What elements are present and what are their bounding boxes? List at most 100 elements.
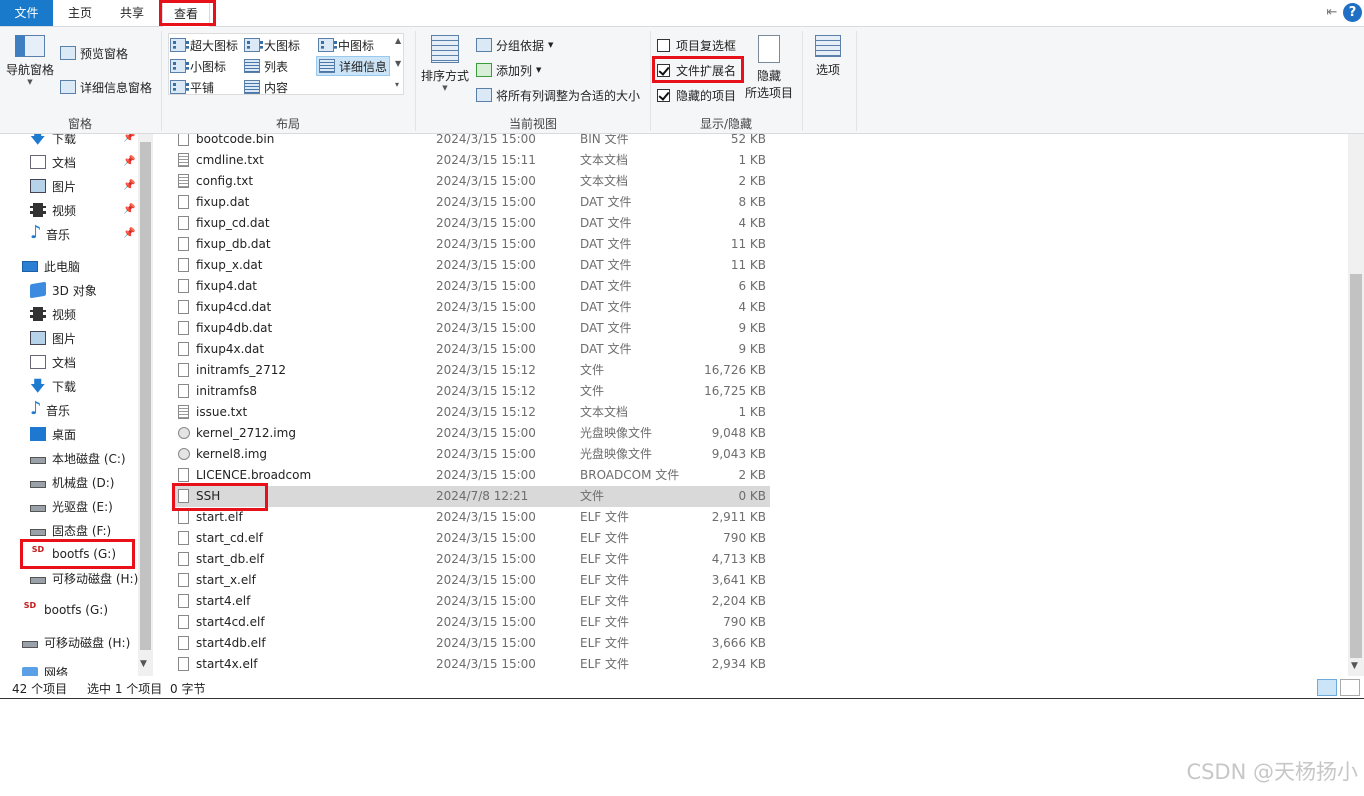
scroll-down-icon[interactable]: ▼ — [1351, 661, 1358, 671]
nav-item[interactable]: SD bootfs (G:) — [30, 543, 116, 565]
hidden-items-checkbox[interactable] — [657, 88, 670, 102]
file-row[interactable]: start.elf 2024/3/15 15:00 ELF 文件 2,911 KB — [172, 507, 770, 528]
large-icons-view-icon[interactable] — [1340, 679, 1360, 696]
pin-icon[interactable]: 📌 — [123, 204, 135, 215]
file-row[interactable]: start4cd.elf 2024/3/15 15:00 ELF 文件 790 KB — [172, 612, 770, 633]
pin-icon[interactable]: 📌 — [123, 134, 135, 143]
layout-extra-large-icons[interactable]: 超大图标 — [170, 35, 238, 55]
file-row[interactable]: start_db.elf 2024/3/15 15:00 ELF 文件 4,713 K… — [172, 549, 770, 570]
hide-selected-button[interactable]: 隐藏 所选项目 — [742, 35, 796, 101]
scroll-down-icon[interactable]: ▼ — [140, 659, 147, 669]
nav-item[interactable]: 可移动磁盘 (H:) — [22, 631, 130, 653]
file-row[interactable]: initramfs8 2024/3/15 15:12 文件 16,725 KB — [172, 381, 770, 402]
nav-item[interactable]: 固态盘 (F:) — [30, 519, 111, 541]
file-row[interactable]: fixup4db.dat 2024/3/15 15:00 DAT 文件 9 KB — [172, 318, 770, 339]
layout-medium-icons[interactable]: 中图标 — [318, 35, 374, 55]
layout-tiles[interactable]: 平铺 — [170, 77, 214, 97]
file-row[interactable]: start4.elf 2024/3/15 15:00 ELF 文件 2,204 KB — [172, 591, 770, 612]
nav-item[interactable]: 本地磁盘 (C:) — [30, 447, 126, 469]
nav-item[interactable]: 视频 — [30, 303, 76, 325]
navigation-pane-button[interactable]: 导航窗格 ▼ — [4, 35, 56, 86]
nav-item[interactable]: 此电脑 — [22, 255, 80, 277]
file-row[interactable]: cmdline.txt 2024/3/15 15:11 文本文档 1 KB — [172, 150, 770, 171]
nav-item[interactable]: 桌面 — [30, 423, 76, 445]
file-icon — [178, 489, 189, 503]
gallery-up-icon[interactable]: ▲ — [395, 36, 401, 45]
nav-item[interactable]: 音乐 — [30, 398, 70, 421]
nav-item[interactable]: 机械盘 (D:) — [30, 471, 114, 493]
file-extensions-toggle[interactable]: 文件扩展名 — [657, 60, 736, 80]
hidden-items-toggle[interactable]: 隐藏的项目 — [657, 85, 736, 105]
layout-details[interactable]: 详细信息 — [316, 56, 391, 76]
file-row[interactable]: fixup_x.dat 2024/3/15 15:00 DAT 文件 11 KB — [172, 255, 770, 276]
pin-icon[interactable]: 📌 — [123, 228, 135, 239]
fit-columns-button[interactable]: 将所有列调整为合适的大小 — [476, 85, 640, 105]
file-row[interactable]: fixup4x.dat 2024/3/15 15:00 DAT 文件 9 KB — [172, 339, 770, 360]
layout-large-icons[interactable]: 大图标 — [244, 35, 300, 55]
tab-share[interactable]: 共享 — [110, 0, 154, 26]
file-row[interactable]: start4db.elf 2024/3/15 15:00 ELF 文件 3,666 K… — [172, 633, 770, 654]
file-list-scrollbar[interactable]: ▼ — [1348, 134, 1364, 676]
nav-item[interactable]: 图片 — [30, 327, 76, 349]
preview-pane-button[interactable]: 预览窗格 — [60, 43, 128, 63]
file-row[interactable]: kernel_2712.img 2024/3/15 15:00 光盘映像文件 9,04… — [172, 423, 770, 444]
file-row[interactable]: config.txt 2024/3/15 15:00 文本文档 2 KB — [172, 171, 770, 192]
layout-content[interactable]: 内容 — [244, 77, 288, 97]
file-row[interactable]: fixup.dat 2024/3/15 15:00 DAT 文件 8 KB — [172, 192, 770, 213]
help-icon[interactable]: ? — [1343, 3, 1362, 22]
file-row[interactable]: fixup4cd.dat 2024/3/15 15:00 DAT 文件 4 KB — [172, 297, 770, 318]
nav-item[interactable]: 音乐 — [30, 222, 70, 245]
nav-item[interactable]: 下载 — [30, 134, 76, 153]
nav-item[interactable]: 网络 — [22, 661, 68, 676]
file-row[interactable]: start_cd.elf 2024/3/15 15:00 ELF 文件 790 KB — [172, 528, 770, 549]
file-row[interactable]: fixup_db.dat 2024/3/15 15:00 DAT 文件 11 KB — [172, 234, 770, 255]
nav-item[interactable]: 可移动磁盘 (H:) — [30, 567, 138, 589]
nav-item-label: 固态盘 (F:) — [52, 523, 112, 538]
item-checkboxes-toggle[interactable]: 项目复选框 — [657, 35, 736, 55]
nav-item[interactable]: 图片 — [30, 175, 76, 197]
add-column-button[interactable]: 添加列 ▼ — [476, 60, 541, 80]
nav-item[interactable]: 3D 对象 — [30, 279, 97, 301]
group-by-button[interactable]: 分组依据 ▼ — [476, 35, 553, 55]
gallery-down-icon[interactable]: ▼ — [395, 59, 401, 68]
file-extensions-checkbox[interactable] — [657, 63, 670, 77]
nav-scrollbar[interactable]: ▼ — [138, 134, 153, 676]
pin-icon[interactable]: 📌 — [123, 156, 135, 167]
nav-item[interactable]: 光驱盘 (E:) — [30, 495, 113, 517]
details-view-icon[interactable] — [1317, 679, 1337, 696]
pin-icon[interactable]: 📌 — [123, 180, 135, 191]
item-checkboxes-checkbox[interactable] — [657, 38, 670, 52]
layout-small-icons[interactable]: 小图标 — [170, 56, 226, 76]
tab-home[interactable]: 主页 — [58, 0, 102, 26]
file-row[interactable]: fixup4.dat 2024/3/15 15:00 DAT 文件 6 KB — [172, 276, 770, 297]
file-row[interactable]: issue.txt 2024/3/15 15:12 文本文档 1 KB — [172, 402, 770, 423]
tab-view[interactable]: 查看 — [162, 0, 210, 27]
group-by-label: 分组依据 — [496, 38, 545, 53]
nav-item[interactable]: 文档 — [30, 351, 76, 373]
options-button[interactable]: 选项 — [806, 35, 850, 78]
file-row[interactable]: SSH 2024/7/8 12:21 文件 0 KB — [172, 486, 770, 507]
sort-by-button[interactable]: 排序方式 ▼ — [418, 35, 472, 92]
nav-item[interactable]: 下载 — [30, 375, 76, 401]
file-row[interactable]: start_x.elf 2024/3/15 15:00 ELF 文件 3,641 KB — [172, 570, 770, 591]
nav-scroll-thumb[interactable] — [140, 142, 151, 650]
file-list-scroll-thumb[interactable] — [1350, 274, 1362, 658]
gallery-more-icon[interactable]: ▾ — [395, 80, 399, 89]
details-pane-button[interactable]: 详细信息窗格 — [60, 77, 152, 97]
file-row[interactable]: fixup_cd.dat 2024/3/15 15:00 DAT 文件 4 KB — [172, 213, 770, 234]
nav-item[interactable]: 视频 — [30, 199, 76, 221]
nav-item[interactable]: SD bootfs (G:) — [22, 599, 108, 621]
file-size: 2 KB — [738, 174, 766, 188]
file-row[interactable]: bootcode.bin 2024/3/15 15:00 BIN 文件 52 KB — [172, 134, 770, 150]
file-row[interactable]: kernel8.img 2024/3/15 15:00 光盘映像文件 9,043 KB — [172, 444, 770, 465]
3d-objects-icon — [30, 281, 46, 299]
file-row[interactable]: start4x.elf 2024/3/15 15:00 ELF 文件 2,934 KB — [172, 654, 770, 675]
file-row[interactable]: LICENCE.broadcom 2024/3/15 15:00 BROADCOM … — [172, 465, 770, 486]
nav-item[interactable]: 文档 — [30, 151, 76, 173]
file-row[interactable]: initramfs_2712 2024/3/15 15:12 文件 16,726 KB — [172, 360, 770, 381]
layout-list[interactable]: 列表 — [244, 56, 288, 76]
computer-icon — [22, 260, 38, 272]
tab-file[interactable]: 文件 — [0, 0, 53, 26]
pin-ribbon-icon[interactable]: ⇤ — [1324, 5, 1340, 21]
nav-item-label: 此电脑 — [44, 259, 81, 274]
